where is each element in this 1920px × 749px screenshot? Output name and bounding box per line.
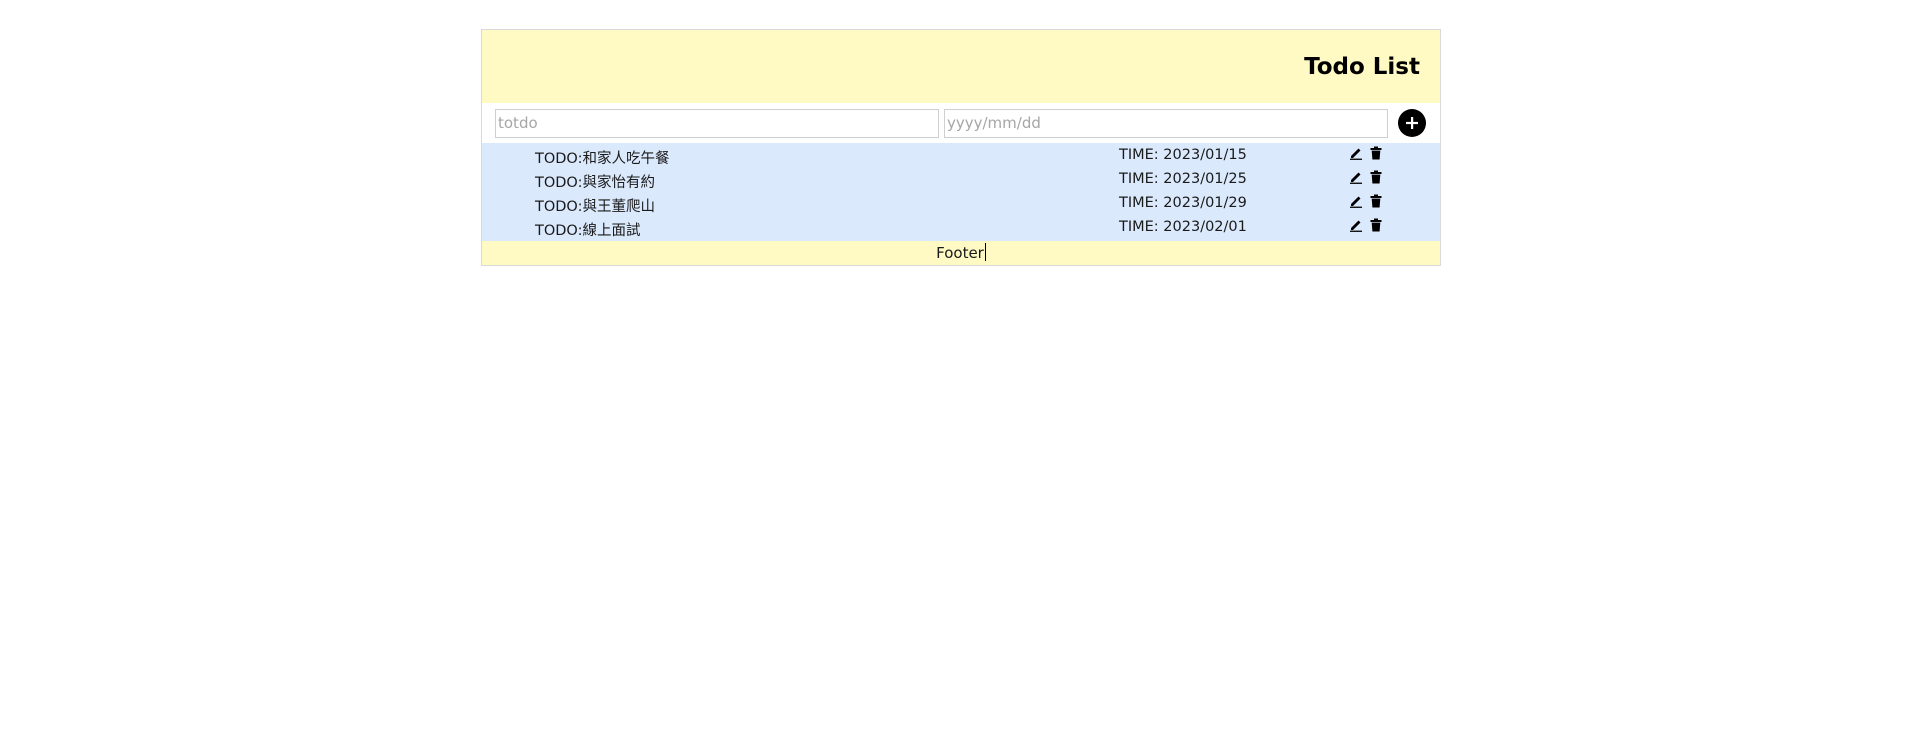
list-item: TODO:與家怡有約 TIME: 2023/01/25 — [482, 168, 1440, 192]
text-caret — [984, 243, 986, 261]
item-actions — [1349, 193, 1383, 209]
add-todo-form — [482, 103, 1440, 143]
todo-time: TIME: 2023/01/29 — [1119, 195, 1247, 211]
todo-input[interactable] — [495, 108, 939, 138]
trash-icon — [1370, 194, 1382, 208]
app-footer: Footer — [482, 241, 1440, 265]
todo-text: TODO:和家人吃午餐 — [535, 151, 670, 167]
date-input[interactable] — [944, 108, 1388, 138]
todo-text: TODO:與王董爬山 — [535, 199, 655, 215]
item-actions — [1349, 145, 1383, 161]
todo-text: TODO:線上面試 — [535, 223, 641, 239]
add-todo-button[interactable] — [1398, 109, 1426, 137]
item-actions — [1349, 169, 1383, 185]
list-item: TODO:線上面試 TIME: 2023/02/01 — [482, 216, 1440, 240]
list-item: TODO:與王董爬山 TIME: 2023/01/29 — [482, 192, 1440, 216]
pencil-icon — [1350, 148, 1362, 160]
edit-button[interactable] — [1349, 169, 1363, 185]
footer-text: Footer — [936, 244, 984, 262]
trash-icon — [1370, 146, 1382, 160]
todo-list: TODO:和家人吃午餐 TIME: 2023/01/15 TODO:與家怡有約 … — [482, 143, 1440, 241]
edit-button[interactable] — [1349, 193, 1363, 209]
todo-time: TIME: 2023/01/25 — [1119, 171, 1247, 187]
app-header: Todo List — [482, 30, 1440, 103]
pencil-icon — [1350, 196, 1362, 208]
delete-button[interactable] — [1369, 217, 1383, 233]
trash-icon — [1370, 218, 1382, 232]
edit-button[interactable] — [1349, 145, 1363, 161]
list-item: TODO:和家人吃午餐 TIME: 2023/01/15 — [482, 144, 1440, 168]
todo-app: Todo List TODO:和家人吃午餐 TIME: 2023/01/15 — [481, 29, 1441, 266]
todo-time: TIME: 2023/02/01 — [1119, 219, 1247, 235]
todo-text: TODO:與家怡有約 — [535, 175, 655, 191]
delete-button[interactable] — [1369, 145, 1383, 161]
todo-time: TIME: 2023/01/15 — [1119, 147, 1247, 163]
page-title: Todo List — [1304, 53, 1420, 80]
pencil-icon — [1350, 220, 1362, 232]
trash-icon — [1370, 170, 1382, 184]
delete-button[interactable] — [1369, 193, 1383, 209]
plus-icon — [1406, 117, 1418, 129]
edit-button[interactable] — [1349, 217, 1363, 233]
item-actions — [1349, 217, 1383, 233]
pencil-icon — [1350, 172, 1362, 184]
delete-button[interactable] — [1369, 169, 1383, 185]
